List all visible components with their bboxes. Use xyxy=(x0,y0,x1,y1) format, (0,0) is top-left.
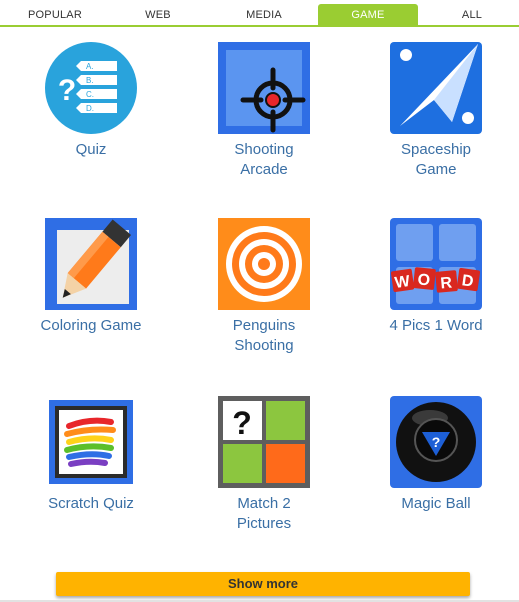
game-item-4-pics-1-word[interactable]: W O R D 4 Pics 1 Word xyxy=(361,218,511,336)
pencil-icon xyxy=(45,218,137,310)
game-label: Shooting Arcade xyxy=(234,141,294,178)
tab-game[interactable]: GAME xyxy=(318,4,418,27)
match-question-mark: ? xyxy=(232,405,252,441)
crosshair-icon xyxy=(218,42,310,134)
game-label: Penguins Shooting xyxy=(232,317,296,354)
game-label: Spaceship Game xyxy=(400,141,472,178)
quiz-option-a: A. xyxy=(86,62,94,71)
game-label: Quiz xyxy=(75,141,107,158)
show-more-button[interactable]: Show more xyxy=(56,572,470,596)
game-label: Match 2 Pictures xyxy=(236,495,292,532)
spaceship-icon xyxy=(390,42,482,134)
game-item-quiz[interactable]: ? A. B. C. D. Quiz xyxy=(16,42,166,160)
game-item-match-2-pictures[interactable]: ? Match 2 Pictures xyxy=(189,396,339,534)
game-label: 4 Pics 1 Word xyxy=(389,317,483,334)
quiz-question-mark: ? xyxy=(58,74,76,107)
game-item-penguins-shooting[interactable]: Penguins Shooting xyxy=(189,218,339,356)
match-tiles-icon: ? xyxy=(218,396,310,488)
tab-popular[interactable]: POPULAR xyxy=(16,4,94,27)
category-tabs: POPULAR WEB MEDIA GAME ALL xyxy=(0,0,519,27)
game-item-coloring-game[interactable]: Coloring Game xyxy=(16,218,166,336)
quiz-option-b: B. xyxy=(86,76,94,85)
tab-all[interactable]: ALL xyxy=(436,4,508,27)
word-tiles-icon: W O R D xyxy=(390,218,482,310)
game-item-scratch-quiz[interactable]: Scratch Quiz xyxy=(16,396,166,514)
word-tile-letter: D xyxy=(461,272,475,290)
tab-media[interactable]: MEDIA xyxy=(226,4,302,27)
quiz-option-c: C. xyxy=(86,90,94,99)
game-label: Magic Ball xyxy=(401,495,471,512)
quiz-option-d: D. xyxy=(86,104,94,113)
word-tile-letter: R xyxy=(440,274,453,292)
game-item-magic-ball[interactable]: ? Magic Ball xyxy=(361,396,511,514)
game-label: Scratch Quiz xyxy=(48,495,134,512)
quiz-icon: ? A. B. C. D. xyxy=(45,42,137,134)
rainbow-scratch-icon xyxy=(45,396,137,488)
magic-ball-question-mark: ? xyxy=(432,434,441,450)
word-tile-letter: O xyxy=(417,271,431,289)
game-item-spaceship-game[interactable]: Spaceship Game xyxy=(361,42,511,180)
target-icon xyxy=(218,218,310,310)
game-item-shooting-arcade[interactable]: Shooting Arcade xyxy=(189,42,339,180)
game-label: Coloring Game xyxy=(40,317,142,334)
magic-8-ball-icon: ? xyxy=(390,396,482,488)
tab-web[interactable]: WEB xyxy=(122,4,194,27)
